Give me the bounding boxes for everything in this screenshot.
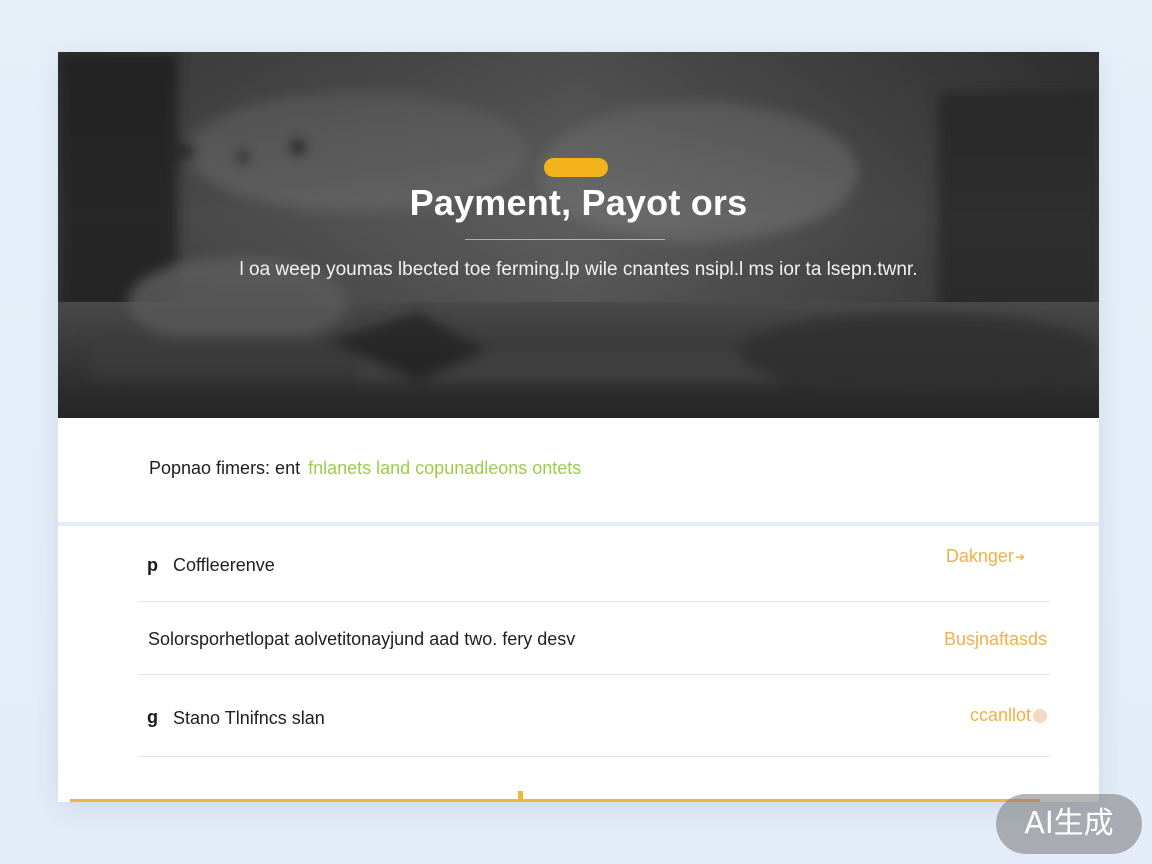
flag-icon: p <box>147 555 158 575</box>
payment-options-list: p Coffleerenve Daknger➔ Solorsporhetlopa… <box>138 526 1050 757</box>
bottom-accent-bar <box>70 799 1040 802</box>
intro-prefix: Popnao fimers: ent <box>149 458 301 478</box>
content-card: Payment, Payot ors l oa weep youmas lbec… <box>58 52 1099 802</box>
action-label: ccanllot <box>969 705 1031 725</box>
intro-section: Popnao fimers: ent fnlanets land copunadl… <box>58 418 1099 522</box>
list-item-action[interactable]: Daknger➔ <box>946 546 1025 567</box>
list-item-action[interactable]: ccanllot <box>970 705 1047 726</box>
hero-overlay <box>58 52 1099 418</box>
list-item[interactable]: p Coffleerenve Daknger➔ <box>138 526 1050 602</box>
ai-generated-badge: AI生成 <box>996 794 1142 854</box>
list-item-action[interactable]: Busjnaftasds <box>944 629 1047 650</box>
status-dot-icon <box>1033 709 1047 724</box>
list-item[interactable]: g Stano Tlnifncs slan ccanllot <box>138 675 1050 757</box>
list-item-label: Stano Tlnifncs slan <box>173 708 325 728</box>
hero-accent-pill <box>544 158 608 177</box>
page-title: Payment, Payot ors <box>409 182 748 223</box>
intro-accent-link[interactable]: fnlanets land copunadleons ontets <box>308 458 581 478</box>
action-label: Daknger <box>945 546 1014 566</box>
arrow-icon: ➔ <box>1014 550 1025 565</box>
page: Payment, Payot ors l oa weep youmas lbec… <box>0 0 1152 864</box>
intro-text: Popnao fimers: ent fnlanets land copunadl… <box>149 458 581 479</box>
list-item-label: Solorsporhetlopat aolvetitonayjund aad t… <box>148 629 576 649</box>
link-icon: g <box>147 707 158 727</box>
list-item[interactable]: Solorsporhetlopat aolvetitonayjund aad t… <box>138 602 1050 675</box>
title-underline <box>465 239 665 240</box>
list-item-label: Coffleerenve <box>173 555 275 575</box>
hero-banner: Payment, Payot ors l oa weep youmas lbec… <box>58 52 1099 418</box>
hero-subtitle: l oa weep youmas lbected toe ferming.lp … <box>239 259 918 280</box>
